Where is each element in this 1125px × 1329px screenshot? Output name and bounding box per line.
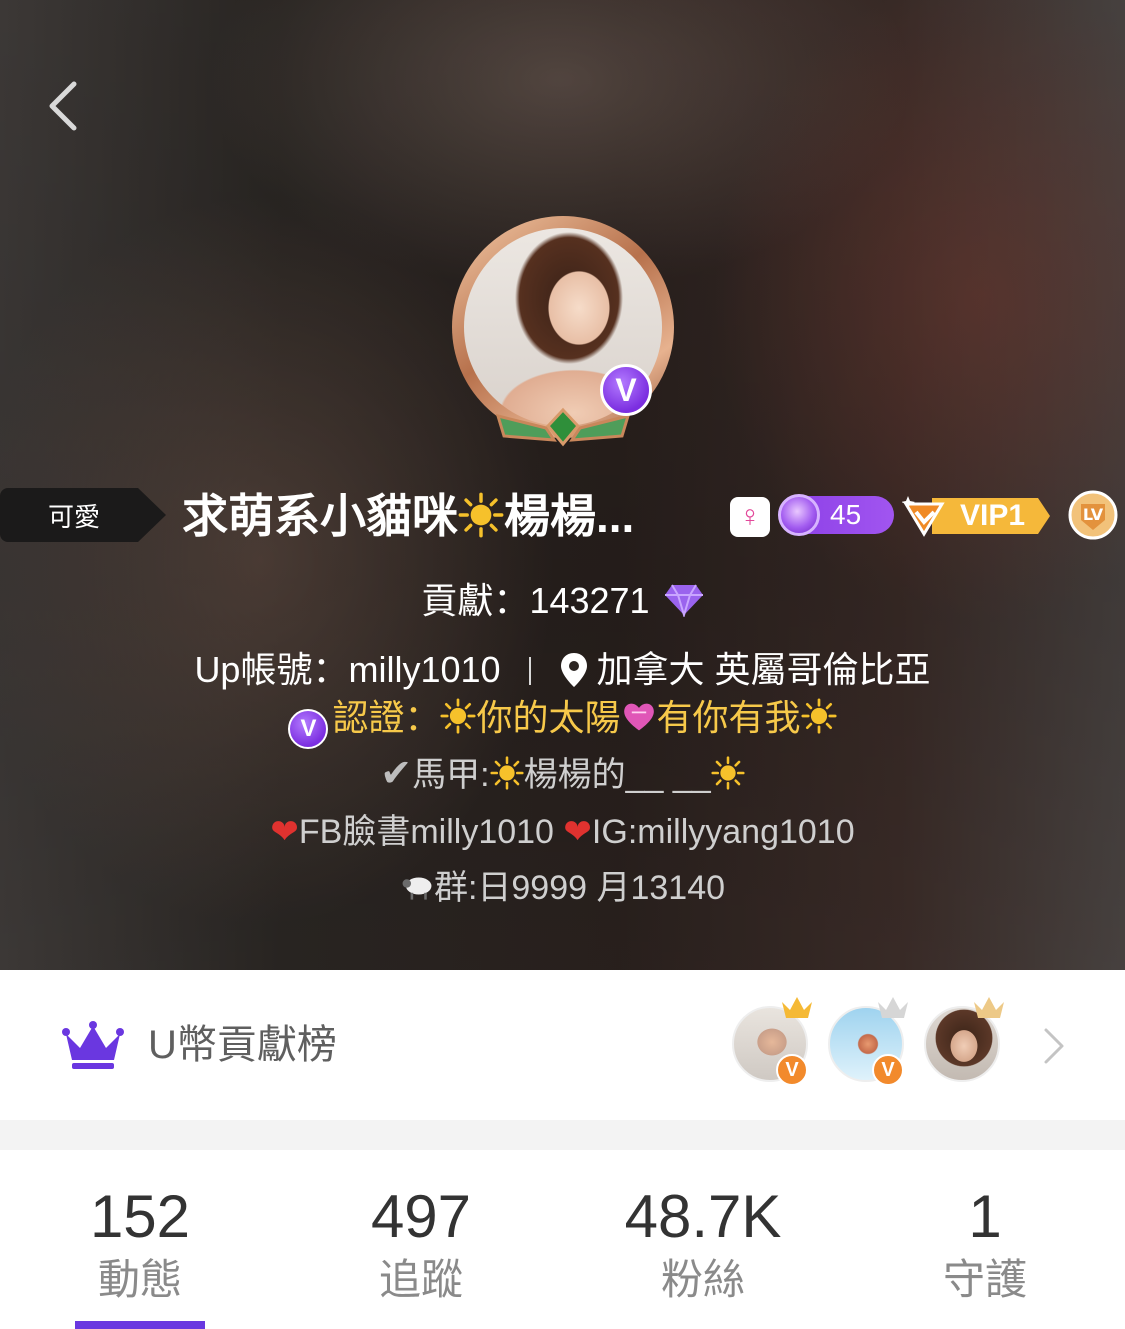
sun-icon bbox=[458, 492, 504, 537]
fans-count: 48.7K bbox=[624, 1183, 782, 1250]
profile-name-part1: 求萌系小貓咪 bbox=[182, 490, 458, 542]
silver-crown-icon bbox=[878, 997, 908, 1018]
red-heart-icon: ❤ bbox=[563, 813, 592, 851]
sun-icon bbox=[800, 698, 837, 734]
following-label: 追蹤 bbox=[378, 1256, 463, 1303]
sun-icon bbox=[440, 698, 477, 734]
avatar[interactable]: V bbox=[452, 216, 674, 448]
verified-badge-icon: V bbox=[600, 364, 652, 416]
certification-row: V 認證： 你的太陽 有你有我 bbox=[0, 694, 1125, 749]
sheep-icon bbox=[402, 877, 432, 900]
verified-v-icon: V bbox=[288, 709, 329, 749]
tab-fans[interactable]: 48.7K 粉絲 bbox=[593, 1180, 813, 1306]
diamond-level-icon bbox=[778, 494, 820, 536]
bio-facebook: FB臉書milly1010 bbox=[298, 813, 554, 851]
cert-label: 認證： bbox=[332, 697, 441, 738]
bio-line-1: ✔馬甲: 楊楊的__ __ bbox=[0, 750, 1125, 798]
level-badge[interactable]: 45 bbox=[778, 494, 894, 536]
verified-badge-icon: V bbox=[872, 1054, 904, 1086]
bio-instagram: IG:millyyang1010 bbox=[591, 813, 855, 851]
profile-header: V 可愛 求萌系小貓咪 楊楊... ♀ 45 VIP1 LV 貢獻：143271 … bbox=[0, 0, 1125, 970]
vip-badge[interactable]: VIP1 bbox=[901, 494, 1052, 538]
cert-text-2: 有你有我 bbox=[656, 697, 801, 738]
cert-text-1: 你的太陽 bbox=[476, 697, 621, 738]
fans-label: 粉絲 bbox=[660, 1256, 745, 1303]
heart-icon bbox=[623, 703, 654, 731]
contribution-value: 143271 bbox=[529, 580, 650, 621]
contribution-label: 貢獻： bbox=[421, 580, 530, 621]
crown-icon bbox=[62, 1021, 124, 1069]
laurel-frame-icon bbox=[495, 407, 631, 447]
account-location-row: Up帳號：milly1010 加拿大 英屬哥倫比亞 bbox=[0, 646, 1125, 694]
active-tab-indicator bbox=[75, 1321, 205, 1329]
bio-alias-value: 楊楊的__ __ bbox=[523, 756, 711, 794]
bronze-crown-icon bbox=[974, 997, 1004, 1018]
guardians-label: 守護 bbox=[942, 1256, 1027, 1303]
sun-icon bbox=[490, 756, 524, 790]
female-gender-icon: ♀ bbox=[730, 497, 770, 537]
gold-crown-icon bbox=[782, 997, 812, 1018]
profile-tag[interactable]: 可愛 bbox=[0, 488, 166, 542]
bio-group: 群:日9999 月13140 bbox=[433, 869, 726, 907]
profile-name: 求萌系小貓咪 楊楊... bbox=[182, 486, 712, 546]
guardians-count: 1 bbox=[968, 1183, 1002, 1250]
checkmark-icon: ✔ bbox=[380, 753, 413, 795]
account-id: Up帳號：milly1010 bbox=[194, 649, 501, 690]
red-heart-icon: ❤ bbox=[270, 813, 299, 851]
back-arrow-icon[interactable] bbox=[42, 78, 90, 134]
posts-count: 152 bbox=[89, 1183, 191, 1250]
location-text: 加拿大 英屬哥倫比亞 bbox=[596, 649, 931, 690]
location-pin-icon bbox=[560, 653, 587, 687]
sun-icon bbox=[711, 756, 745, 790]
level-value: 45 bbox=[830, 499, 862, 530]
diamond-icon bbox=[664, 584, 703, 617]
tab-guardians[interactable]: 1 守護 bbox=[875, 1180, 1095, 1306]
profile-name-part2: 楊楊... bbox=[504, 490, 635, 542]
section-divider bbox=[0, 1120, 1125, 1150]
contribution-row: 貢獻：143271 bbox=[0, 578, 1125, 624]
chevron-right-icon[interactable] bbox=[1040, 1026, 1068, 1066]
bio-line-3: 群:日9999 月13140 bbox=[0, 864, 1125, 912]
bio-alias-label: 馬甲: bbox=[412, 756, 490, 794]
bio-line-2: ❤FB臉書milly1010 ❤IG:millyyang1010 bbox=[0, 808, 1125, 856]
verified-badge-icon: V bbox=[776, 1054, 808, 1086]
following-count: 497 bbox=[370, 1183, 472, 1250]
ranking-title: U幣貢獻榜 bbox=[148, 1023, 337, 1067]
posts-label: 動態 bbox=[97, 1256, 182, 1303]
vip-label: VIP1 bbox=[960, 499, 1026, 532]
tab-posts[interactable]: 152 動態 bbox=[30, 1180, 250, 1306]
svg-text:LV: LV bbox=[1083, 505, 1104, 524]
divider bbox=[528, 657, 531, 685]
tab-following[interactable]: 497 追蹤 bbox=[311, 1180, 531, 1306]
rank-shield-icon[interactable]: LV bbox=[1068, 490, 1118, 540]
